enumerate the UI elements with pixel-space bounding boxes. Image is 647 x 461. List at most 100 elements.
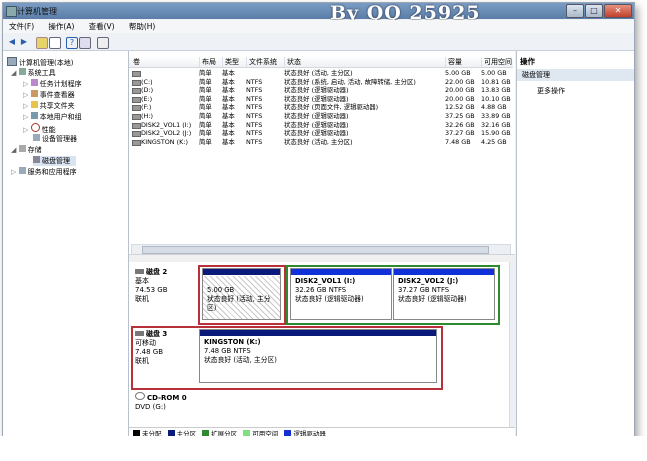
volume-cell: DISK2_VOL1 (I:): [141, 120, 192, 129]
disk3-size: 7.48 GB: [135, 348, 164, 356]
tree-item-system-tools[interactable]: ◢ 系统工具: [11, 68, 56, 78]
disk2-primary-partition[interactable]: 5.00 GB 状态良好 (活动, 主分区): [202, 268, 281, 320]
menu-view[interactable]: 查看(V): [89, 20, 115, 33]
partition-status: 状态良好 (逻辑驱动器): [295, 295, 364, 303]
volume-cell: 基本: [222, 69, 235, 77]
volume-row[interactable]: (C:) 简单 基本 NTFS 状态良好 (系统, 启动, 活动, 故障转储, 主分区)…: [129, 78, 513, 86]
volume-cell: 基本: [222, 86, 235, 95]
drive-icon: [132, 139, 141, 146]
maximize-button[interactable]: □: [585, 4, 603, 18]
partition-status: 状态良好 (逻辑驱动器): [398, 295, 467, 303]
menu-file[interactable]: 文件(F): [9, 20, 34, 33]
col-volume[interactable]: 卷: [131, 57, 140, 67]
volume-cell: 基本: [222, 77, 235, 86]
volume-row[interactable]: (F:) 简单 基本 NTFS 状态良好 (页面文件, 逻辑驱动器) 12.52 GB 4.…: [129, 103, 513, 112]
tree-item-services-apps[interactable]: ▷ 服务和应用程序: [11, 167, 77, 177]
tree-root[interactable]: 计算机管理(本地): [7, 57, 73, 68]
tree-item-shared-folders[interactable]: ▷ 共享文件夹: [23, 101, 75, 111]
tree-label: 任务计划程序: [39, 80, 82, 88]
disk2-type: 基本: [135, 277, 149, 285]
volume-row[interactable]: DISK2_VOL2 (J:) 简单 基本 NTFS 状态良好 (逻辑驱动器) 37.27…: [129, 129, 513, 138]
volume-cell: 15.90 GB: [481, 129, 511, 138]
title-bar[interactable]: 计算机管理 By QQ 25925 – □ ✕: [3, 3, 634, 24]
volume-cell: (H:): [141, 112, 153, 120]
console-icon[interactable]: [97, 37, 109, 49]
volume-row[interactable]: KINGSTON (K:) 简单 基本 NTFS 状态良好 (活动, 主分区) 7.48 …: [129, 138, 513, 146]
partition-name: KINGSTON (K:): [204, 338, 261, 346]
col-capacity[interactable]: 容量: [445, 57, 462, 67]
tree-label: 设备管理器: [42, 135, 77, 143]
volume-cell: DISK2_VOL2 (J:): [141, 129, 192, 138]
tree-item-device-manager[interactable]: 设备管理器: [33, 134, 77, 144]
volume-cell: 状态良好 (逻辑驱动器): [284, 86, 349, 95]
volume-cell: 4.25 GB: [481, 137, 507, 146]
disk3-kingston-partition[interactable]: KINGSTON (K:) 7.48 GB NTFS 状态良好 (活动, 主分区…: [199, 329, 437, 383]
disk-management-icon: [33, 156, 40, 163]
volume-cell: (D:): [141, 86, 154, 95]
menu-action[interactable]: 操作(A): [48, 20, 74, 33]
performance-icon: [30, 123, 40, 132]
tree-label: 本地用户和组: [39, 113, 82, 121]
actions-disk-management[interactable]: 磁盘管理: [517, 69, 634, 81]
volume-cell: 10.81 GB: [481, 77, 511, 86]
disk2-vol2-partition[interactable]: DISK2_VOL2 (J:) 37.27 GB NTFS 状态良好 (逻辑驱动…: [393, 268, 495, 320]
more-actions-link[interactable]: 更多操作: [537, 86, 565, 96]
volume-cell: 基本: [222, 129, 235, 138]
tree-item-task-scheduler[interactable]: ▷ 任务计划程序: [23, 79, 82, 89]
show-tree-icon[interactable]: [49, 37, 61, 49]
volume-cell: 基本: [222, 137, 235, 146]
scrollbar-thumb[interactable]: [142, 246, 489, 254]
vertical-scrollbar[interactable]: [509, 262, 516, 437]
volume-cell: 20.00 GB: [445, 86, 475, 95]
volume-cell: NTFS: [246, 137, 263, 146]
volume-row[interactable]: (D:) 简单 基本 NTFS 状态良好 (逻辑驱动器) 20.00 GB 13.83 GB: [129, 86, 513, 95]
tree-item-local-users[interactable]: ▷ 本地用户和组: [23, 112, 82, 122]
volume-cell: 状态良好 (活动, 主分区): [284, 69, 353, 77]
volume-cell: 33.89 GB: [481, 112, 511, 120]
actions-pane: 操作 磁盘管理 更多操作: [516, 51, 634, 441]
menu-help[interactable]: 帮助(H): [129, 20, 156, 33]
cdrom-info[interactable]: CD-ROM 0 DVD (G:): [135, 392, 187, 412]
device-manager-icon: [33, 134, 40, 141]
help-icon[interactable]: ?: [66, 37, 78, 49]
volume-row[interactable]: 简单 基本 状态良好 (活动, 主分区) 5.00 GB 5.00 GB: [129, 69, 513, 77]
minimize-button[interactable]: –: [566, 4, 584, 18]
col-status[interactable]: 状态: [284, 57, 301, 67]
drive-icon: [132, 131, 141, 138]
partition-status: 状态良好 (活动, 主分区): [207, 295, 271, 312]
disk2-vol1-partition[interactable]: DISK2_VOL1 (I:) 32.26 GB NTFS 状态良好 (逻辑驱动…: [290, 268, 392, 320]
collapse-arrow-icon: ◢: [11, 146, 17, 154]
volume-cell: NTFS: [246, 120, 263, 129]
disk2-info[interactable]: 磁盘 2 基本 74.53 GB 联机: [135, 268, 168, 304]
expand-arrow-icon: ▷: [23, 80, 29, 88]
forward-arrow-icon[interactable]: ▶: [19, 37, 29, 47]
volume-cell: 37.25 GB: [445, 112, 475, 120]
volume-row[interactable]: (H:) 简单 基本 NTFS 状态良好 (逻辑驱动器) 37.25 GB 33.89 GB: [129, 112, 513, 120]
tree-item-storage[interactable]: ◢ 存储: [11, 145, 42, 155]
tree-item-disk-management[interactable]: 磁盘管理: [33, 156, 76, 166]
volume-row[interactable]: DISK2_VOL1 (I:) 简单 基本 NTFS 状态良好 (逻辑驱动器) 32.26…: [129, 121, 513, 129]
expand-arrow-icon: ▷: [23, 126, 29, 134]
volume-cell: 基本: [222, 103, 235, 112]
properties-icon[interactable]: [79, 37, 91, 49]
close-button[interactable]: ✕: [604, 4, 632, 18]
col-type[interactable]: 类型: [222, 57, 239, 67]
col-layout[interactable]: 布局: [199, 57, 216, 67]
folder-up-icon[interactable]: [36, 37, 48, 49]
volume-cell: 简单: [199, 129, 212, 138]
volume-row[interactable]: (E:) 简单 基本 NTFS 状态良好 (逻辑驱动器) 20.00 GB 10.10 GB: [129, 95, 513, 103]
volume-cell: (F:): [141, 103, 152, 112]
tree-item-event-viewer[interactable]: ▷ 事件查看器: [23, 90, 75, 100]
disk3-info[interactable]: 磁盘 3 可移动 7.48 GB 联机: [135, 330, 167, 366]
tree-label: 共享文件夹: [39, 102, 75, 110]
volume-cell: 32.16 GB: [481, 120, 511, 129]
volume-cell: 基本: [222, 94, 235, 103]
back-arrow-icon[interactable]: ◀: [7, 37, 17, 47]
volume-cell: 10.10 GB: [481, 94, 511, 103]
col-filesystem[interactable]: 文件系统: [246, 57, 277, 67]
services-icon: [18, 167, 26, 174]
volume-cell: 22.00 GB: [445, 77, 475, 86]
col-free-space[interactable]: 可用空间: [481, 57, 512, 67]
volume-cell: NTFS: [246, 129, 263, 138]
volume-cell: 简单: [199, 77, 212, 86]
